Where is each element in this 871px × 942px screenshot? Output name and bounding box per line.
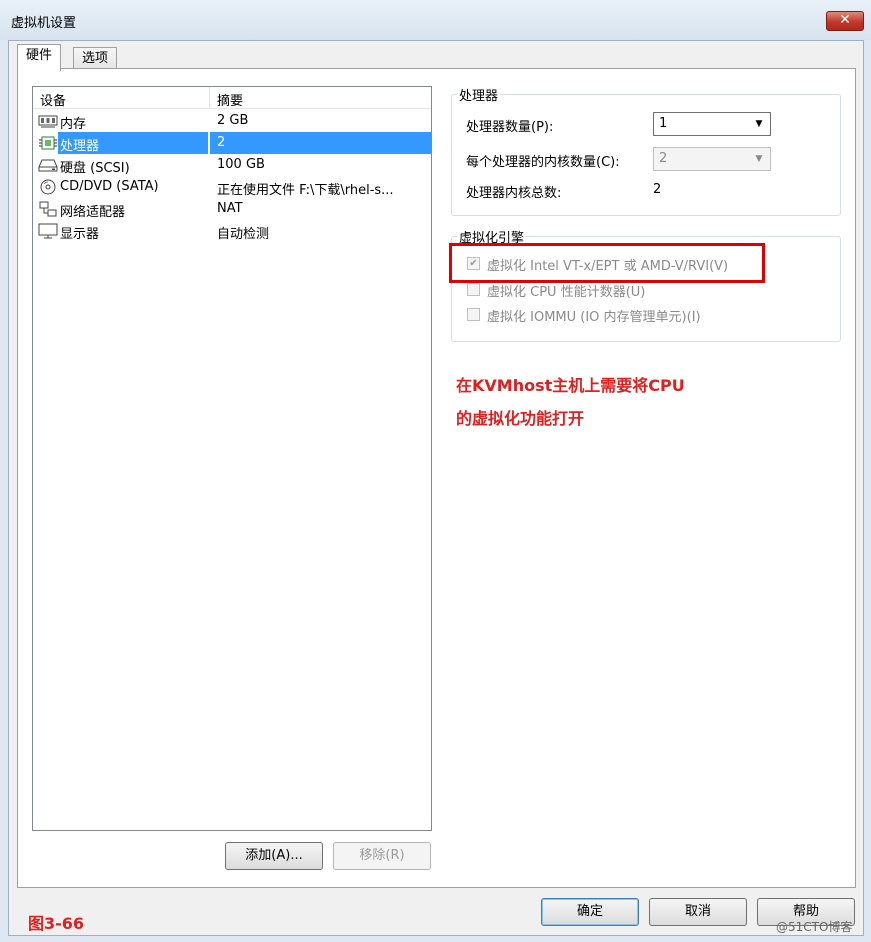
- memory-icon: [38, 115, 58, 128]
- device-name: CD/DVD (SATA): [60, 179, 159, 194]
- device-summary: 2 GB: [217, 113, 249, 128]
- processor-count-select[interactable]: 1 ▼: [653, 112, 771, 136]
- column-header-summary[interactable]: 摘要: [217, 90, 243, 109]
- selection-highlight: [210, 132, 431, 154]
- device-row-cd-dvd[interactable]: CD/DVD (SATA) 正在使用文件 F:\下载\rhel-s...: [33, 176, 431, 198]
- processor-count-label: 处理器数量(P):: [466, 120, 554, 135]
- processor-count-value: 1: [659, 116, 668, 131]
- network-adapter-icon: [39, 201, 57, 217]
- cores-per-processor-select[interactable]: 2 ▼: [653, 147, 771, 171]
- highlight-annotation-box: [449, 243, 765, 283]
- device-row-processor[interactable]: 处理器 2: [33, 132, 431, 154]
- virtualize-iommu-label: 虚拟化 IOMMU (IO 内存管理单元)(I): [487, 310, 701, 325]
- device-summary: NAT: [217, 201, 243, 216]
- device-row-display[interactable]: 显示器 自动检测: [33, 220, 431, 242]
- device-summary: 100 GB: [217, 157, 265, 172]
- remove-device-button[interactable]: 移除(R): [333, 842, 431, 870]
- figure-label: 图3-66: [28, 914, 85, 933]
- virtualize-iommu-checkbox[interactable]: 虚拟化 IOMMU (IO 内存管理单元)(I): [467, 306, 787, 326]
- device-list[interactable]: 设备 摘要 内存 2 GB 处理器 2 硬盘 (SCSI) 100 GB CD/…: [32, 86, 432, 831]
- processor-icon: [39, 136, 57, 150]
- device-name: 网络适配器: [60, 205, 126, 220]
- device-name: 硬盘 (SCSI): [60, 161, 130, 176]
- virtualize-cpu-counters-label: 虚拟化 CPU 性能计数器(U): [487, 285, 646, 300]
- total-cores-label: 处理器内核总数:: [466, 186, 562, 201]
- device-name: 显示器: [60, 227, 100, 242]
- cancel-button[interactable]: 取消: [649, 898, 747, 926]
- chevron-down-icon[interactable]: ▼: [751, 150, 767, 168]
- window-title: 虚拟机设置: [11, 16, 77, 31]
- device-summary: 自动检测: [217, 227, 270, 242]
- column-separator[interactable]: [209, 87, 210, 109]
- annotation-line-1: 在KVMhost主机上需要将CPU: [456, 376, 685, 395]
- checkbox-empty-icon: [467, 283, 480, 296]
- cores-per-processor-label: 每个处理器的内核数量(C):: [466, 155, 620, 170]
- tab-hardware-label: 硬件: [26, 48, 53, 63]
- device-summary: 2: [217, 135, 226, 150]
- device-row-network-adapter[interactable]: 网络适配器 NAT: [33, 198, 431, 220]
- hard-disk-icon: [38, 159, 58, 172]
- add-device-button[interactable]: 添加(A)...: [225, 842, 323, 870]
- device-summary: 正在使用文件 F:\下载\rhel-s...: [217, 183, 394, 198]
- close-button[interactable]: ✕: [826, 11, 864, 31]
- device-name: 处理器: [60, 139, 100, 154]
- virtualize-cpu-counters-checkbox[interactable]: 虚拟化 CPU 性能计数器(U): [467, 281, 767, 301]
- chevron-down-icon[interactable]: ▼: [751, 115, 767, 133]
- cores-per-processor-value: 2: [659, 151, 668, 166]
- display-icon: [38, 223, 58, 239]
- total-cores-value: 2: [653, 182, 662, 197]
- cd-dvd-icon: [40, 179, 56, 195]
- ok-button[interactable]: 确定: [541, 898, 639, 926]
- annotation-line-2: 的虚拟化功能打开: [456, 409, 585, 428]
- title-bar: 虚拟机设置 ✕: [0, 0, 871, 40]
- column-header-device[interactable]: 设备: [40, 90, 66, 109]
- device-row-hard-disk[interactable]: 硬盘 (SCSI) 100 GB: [33, 154, 431, 176]
- tab-options-label: 选项: [82, 51, 109, 66]
- watermark: @51CTO博客: [776, 920, 853, 934]
- tab-hardware[interactable]: 硬件: [17, 44, 62, 71]
- device-row-memory[interactable]: 内存 2 GB: [33, 110, 431, 132]
- device-list-header: 设备 摘要: [33, 87, 431, 109]
- checkbox-empty-icon: [467, 308, 480, 321]
- processor-group-title: 处理器: [457, 85, 501, 104]
- device-name: 内存: [60, 117, 87, 132]
